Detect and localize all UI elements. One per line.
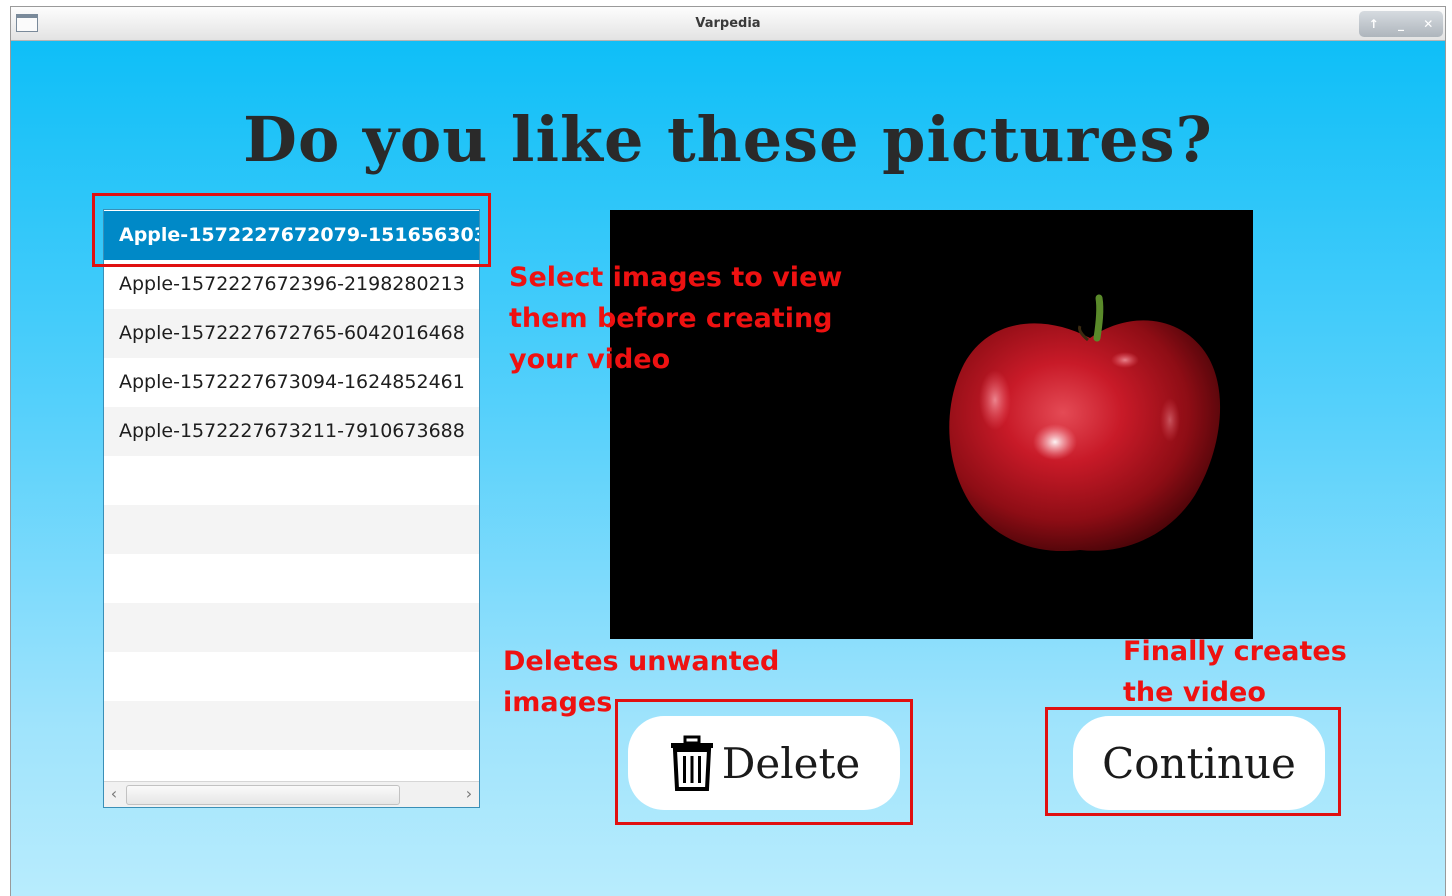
close-icon[interactable]: ✕ bbox=[1423, 17, 1433, 31]
page-title: Do you like these pictures? bbox=[243, 103, 1213, 176]
list-item-empty bbox=[104, 505, 479, 554]
horizontal-scrollbar[interactable]: ‹ › bbox=[104, 781, 479, 807]
annotation-line: your video bbox=[509, 344, 671, 375]
scroll-left-icon[interactable]: ‹ bbox=[106, 784, 122, 804]
scrollbar-thumb[interactable] bbox=[126, 785, 400, 805]
trash-icon bbox=[670, 735, 713, 791]
annotation-line: Deletes unwanted bbox=[503, 646, 780, 677]
list-item-empty bbox=[104, 652, 479, 701]
maximize-icon[interactable]: ↑ bbox=[1369, 17, 1379, 31]
list-item-empty bbox=[104, 701, 479, 750]
delete-button-label: Delete bbox=[721, 738, 861, 788]
annotation-line: Finally creates bbox=[1123, 636, 1347, 667]
list-item-empty bbox=[104, 554, 479, 603]
list-item-empty bbox=[104, 603, 479, 652]
annotation-line: them before creating bbox=[509, 303, 833, 334]
scroll-right-icon[interactable]: › bbox=[461, 784, 477, 804]
list-item[interactable]: Apple-1572227673094-1624852461 bbox=[104, 358, 479, 407]
minimize-icon[interactable]: _ bbox=[1398, 17, 1404, 31]
continue-button-label: Continue bbox=[1102, 738, 1296, 788]
window-controls: ↑ _ ✕ bbox=[1359, 11, 1443, 37]
title-bar[interactable]: Varpedia ↑ _ ✕ bbox=[11, 7, 1445, 41]
annotation-line: Select images to view bbox=[509, 262, 843, 293]
selected-item-highlight-box bbox=[92, 193, 491, 267]
list-annotation: Select images to view them before creati… bbox=[509, 257, 842, 380]
list-item-empty bbox=[104, 456, 479, 505]
list-item[interactable]: Apple-1572227673211-7910673688 bbox=[104, 407, 479, 456]
delete-button[interactable]: Delete bbox=[628, 716, 900, 810]
continue-annotation: Finally creates the video bbox=[1123, 631, 1347, 713]
list-item[interactable]: Apple-1572227672765-6042016468 bbox=[104, 309, 479, 358]
continue-button[interactable]: Continue bbox=[1073, 716, 1325, 810]
app-window: Varpedia ↑ _ ✕ Do you like these picture… bbox=[10, 6, 1446, 896]
list-item[interactable]: Apple-1572227672396-2198280213 bbox=[104, 260, 479, 309]
image-list[interactable]: Apple-1572227672079-151656303 Apple-1572… bbox=[103, 209, 480, 808]
window-title: Varpedia bbox=[695, 16, 761, 31]
